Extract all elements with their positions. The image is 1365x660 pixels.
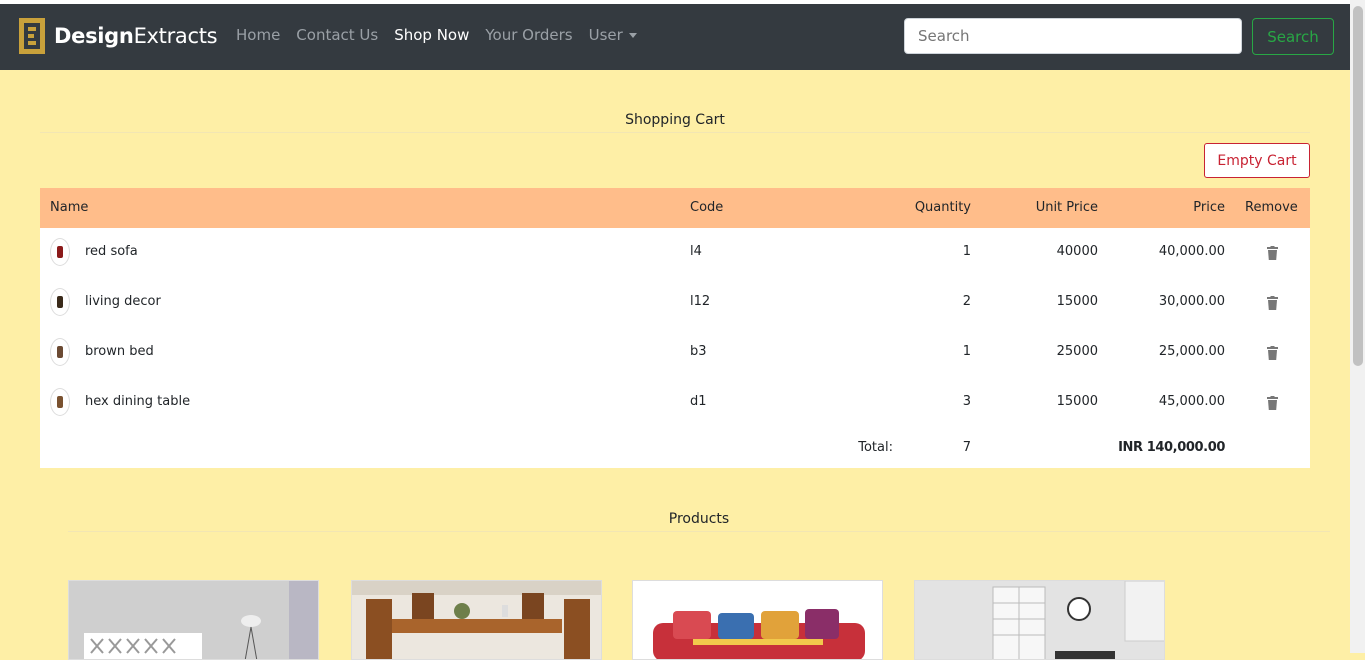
cart-divider <box>40 132 1310 133</box>
total-quantity: 7 <box>962 440 971 455</box>
item-code: l4 <box>690 244 702 259</box>
header-name: Name <box>50 200 89 215</box>
nav-home[interactable]: Home <box>236 26 280 44</box>
product-card[interactable] <box>914 580 1165 660</box>
product-card[interactable] <box>632 580 883 660</box>
nav-user-dropdown[interactable]: User <box>589 26 637 44</box>
brand-logo-icon <box>19 18 45 54</box>
item-unit-price: 25000 <box>1056 344 1098 359</box>
header-remove: Remove <box>1245 200 1298 215</box>
caret-down-icon <box>628 33 637 38</box>
item-name: brown bed <box>85 344 154 359</box>
item-price: 30,000.00 <box>1158 294 1225 309</box>
product-thumbnail <box>50 338 70 366</box>
product-image <box>69 581 318 659</box>
search-input[interactable] <box>904 18 1242 54</box>
item-quantity: 3 <box>962 394 971 409</box>
item-price: 45,000.00 <box>1158 394 1225 409</box>
total-label: Total: <box>858 440 893 455</box>
product-image <box>633 581 882 659</box>
cart-row: hex dining table d1 3 15000 45,000.00 <box>40 378 1310 428</box>
nav-contact-us[interactable]: Contact Us <box>296 26 378 44</box>
item-unit-price: 15000 <box>1056 294 1098 309</box>
item-quantity: 1 <box>962 344 971 359</box>
cart-table-header: Name Code Quantity Unit Price Price Remo… <box>40 188 1310 228</box>
brand-name: DesignExtracts <box>54 24 218 48</box>
brand[interactable]: DesignExtracts <box>18 16 218 56</box>
product-card[interactable] <box>68 580 319 660</box>
product-image <box>915 581 1164 659</box>
cart-row: living decor l12 2 15000 30,000.00 <box>40 278 1310 328</box>
cart-title: Shopping Cart <box>625 112 725 128</box>
item-quantity: 2 <box>962 294 971 309</box>
top-navbar: DesignExtracts Home Contact Us Shop Now … <box>0 4 1350 70</box>
item-price: 25,000.00 <box>1158 344 1225 359</box>
scrollbar[interactable] <box>1350 0 1365 653</box>
cart-table: Name Code Quantity Unit Price Price Remo… <box>40 188 1310 468</box>
products-title: Products <box>668 511 730 527</box>
item-quantity: 1 <box>962 244 971 259</box>
item-code: d1 <box>690 394 707 409</box>
item-name: red sofa <box>85 244 138 259</box>
trash-icon[interactable] <box>1267 296 1278 310</box>
header-price: Price <box>1193 200 1225 215</box>
header-code: Code <box>690 200 724 215</box>
cart-total-row: Total: 7 INR 140,000.00 <box>40 428 1310 468</box>
empty-cart-button[interactable]: Empty Cart <box>1204 143 1310 178</box>
search-button[interactable]: Search <box>1252 18 1334 55</box>
nav-links: Home Contact Us Shop Now Your Orders Use… <box>236 26 653 44</box>
item-unit-price: 15000 <box>1056 394 1098 409</box>
products-divider <box>68 531 1330 532</box>
total-price: INR 140,000.00 <box>1118 440 1225 455</box>
nav-your-orders[interactable]: Your Orders <box>485 26 572 44</box>
item-code: l12 <box>690 294 711 309</box>
product-thumbnail <box>50 238 70 266</box>
cart-row: brown bed b3 1 25000 25,000.00 <box>40 328 1310 378</box>
item-name: hex dining table <box>85 394 191 409</box>
trash-icon[interactable] <box>1267 396 1278 410</box>
cart-row: red sofa l4 1 40000 40,000.00 <box>40 228 1310 278</box>
product-thumbnail <box>50 288 70 316</box>
header-unit-price: Unit Price <box>1035 200 1098 215</box>
item-price: 40,000.00 <box>1158 244 1225 259</box>
nav-shop-now[interactable]: Shop Now <box>394 26 469 44</box>
item-unit-price: 40000 <box>1056 244 1098 259</box>
nav-user-label: User <box>588 26 623 44</box>
product-thumbnail <box>50 388 70 416</box>
scrollbar-thumb[interactable] <box>1353 6 1363 366</box>
header-quantity: Quantity <box>914 200 971 215</box>
item-code: b3 <box>690 344 707 359</box>
item-name: living decor <box>85 294 161 309</box>
trash-icon[interactable] <box>1267 246 1278 260</box>
product-image <box>352 581 601 659</box>
product-card[interactable] <box>351 580 602 660</box>
trash-icon[interactable] <box>1267 346 1278 360</box>
